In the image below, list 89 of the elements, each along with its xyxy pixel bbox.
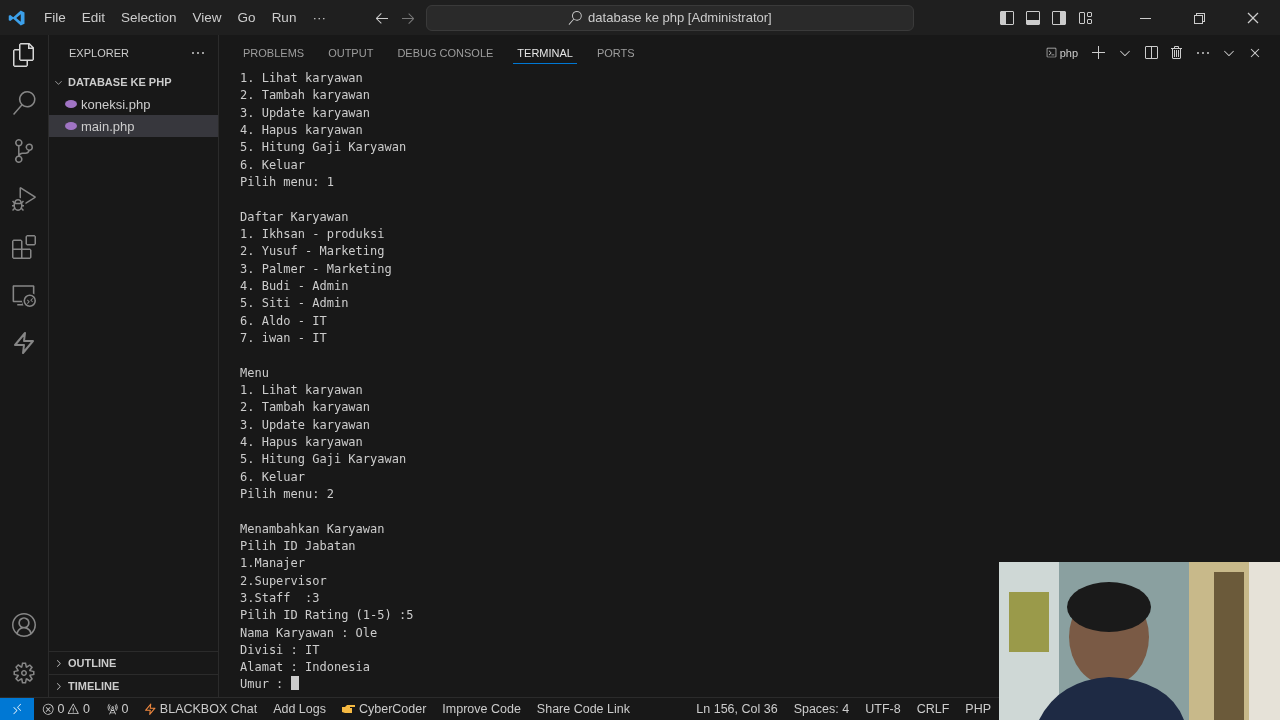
terminal-line: Umur : xyxy=(240,677,284,692)
panel-tab[interactable]: OUTPUT xyxy=(324,41,378,64)
terminal-line: 2. Yusuf - Marketing xyxy=(240,244,385,259)
menu-item[interactable]: ··· xyxy=(304,10,334,25)
remote-icon xyxy=(10,702,24,716)
terminal-line: 1. Lihat karyawan xyxy=(240,71,363,85)
status-item[interactable]: Ln 156, Col 36 xyxy=(688,702,786,716)
terminal-line: 5. Hitung Gaji Karyawan xyxy=(240,452,407,467)
split-icon[interactable] xyxy=(1143,44,1159,61)
layout-icon[interactable] xyxy=(1077,9,1093,26)
source-control-icon[interactable] xyxy=(12,139,36,163)
terminal-line: 3. Palmer - Marketing xyxy=(240,261,392,276)
status-item[interactable]: Spaces: 4 xyxy=(785,702,858,716)
error-icon xyxy=(42,702,55,716)
menu-item[interactable]: Run xyxy=(263,10,305,25)
terminal-line: 6. Aldo - IT xyxy=(240,313,327,328)
terminal-cursor xyxy=(291,676,300,691)
menu-item[interactable]: Go xyxy=(229,10,264,25)
menu-item[interactable]: Selection xyxy=(113,10,185,25)
php-file-row[interactable]: main.php xyxy=(49,115,218,137)
panel-toggle-icon[interactable] xyxy=(1025,9,1041,26)
trash-icon[interactable] xyxy=(1169,44,1185,61)
panel-tab[interactable]: PROBLEMS xyxy=(239,41,309,64)
bolt-icon[interactable] xyxy=(12,331,36,355)
terminal-line: 1. Lihat karyawan xyxy=(240,382,363,397)
terminal-line: Menu xyxy=(240,365,269,380)
terminal-line: 3. Update karyawan xyxy=(240,105,371,120)
menu-item[interactable]: File xyxy=(36,10,74,25)
terminal-line: 7. iwan - IT xyxy=(240,330,327,345)
status-item[interactable]: Add Logs xyxy=(265,702,334,716)
run-debug-icon[interactable] xyxy=(12,187,36,211)
terminal-line: 2. Tambah karyawan xyxy=(240,88,371,103)
php-file-row[interactable]: koneksi.php xyxy=(49,93,218,115)
status-item[interactable]: Improve Code xyxy=(434,702,529,716)
terminal-line: 5. Hitung Gaji Karyawan xyxy=(240,140,407,155)
status-item[interactable]: BLACKBOX Chat xyxy=(136,702,266,716)
search-icon xyxy=(568,10,583,25)
antenna-icon xyxy=(105,702,119,716)
panel-tab[interactable]: DEBUG CONSOLE xyxy=(393,41,498,64)
terminal-line: Pilih menu: 1 xyxy=(240,174,334,189)
menu-item[interactable]: Edit xyxy=(73,10,114,25)
extensions-icon[interactable] xyxy=(12,235,36,259)
settings-icon[interactable] xyxy=(12,661,36,685)
ports-status[interactable]: 0 xyxy=(97,702,137,716)
terminal-line: 2.Supervisor xyxy=(240,573,327,588)
terminal-line: 1.Manajer xyxy=(240,556,306,571)
status-item[interactable]: UTF-8 xyxy=(857,702,909,716)
account-icon[interactable] xyxy=(12,613,36,637)
section-header[interactable]: OUTLINE xyxy=(49,651,218,674)
terminal-line: 6. Keluar xyxy=(240,157,306,172)
terminal-line: 6. Keluar xyxy=(240,469,306,484)
terminal-line: Pilih ID Jabatan xyxy=(240,538,356,553)
secondary-sidebar-icon[interactable] xyxy=(1051,9,1067,26)
terminal-line: 3. Update karyawan xyxy=(240,417,371,432)
terminal-line: 3.Staff :3 xyxy=(240,590,320,605)
terminal-line: 4. Budi - Admin xyxy=(240,278,349,293)
panel-tab[interactable]: PORTS xyxy=(592,41,639,64)
terminal-line: 5. Siti - Admin xyxy=(240,296,349,311)
terminal-line: Nama Karyawan : Ole xyxy=(240,625,378,640)
terminal-line: 1. Ikhsan - produksi xyxy=(240,226,385,241)
command-search-field[interactable]: database ke php [Administrator] xyxy=(425,4,914,31)
terminal-selector[interactable]: php xyxy=(1037,46,1086,59)
menu-item[interactable]: View xyxy=(184,10,230,25)
folder-item[interactable]: DATABASE KE PHP xyxy=(49,71,218,93)
problems-status[interactable]: 0 0 xyxy=(34,702,98,716)
search-icon[interactable] xyxy=(12,91,36,115)
bolt-icon xyxy=(144,702,157,716)
terminal-line: Divisi : IT xyxy=(240,642,320,657)
add-icon[interactable] xyxy=(1091,44,1107,61)
app-logo-icon xyxy=(8,8,26,27)
terminal-line: Pilih menu: 2 xyxy=(240,486,334,501)
remote-explorer-icon[interactable] xyxy=(12,283,36,307)
terminal-line: 4. Hapus karyawan xyxy=(240,434,363,449)
sidebar-toggle-icon[interactable] xyxy=(999,9,1015,26)
pointing-hand-icon xyxy=(341,704,356,714)
status-item[interactable]: Share Code Link xyxy=(528,702,638,716)
terminal-line: 2. Tambah karyawan xyxy=(240,400,371,415)
terminal-line: Alamat : Indonesia xyxy=(240,660,371,675)
files-icon[interactable] xyxy=(12,43,36,67)
panel-tab[interactable]: TERMINAL xyxy=(513,41,577,64)
status-item[interactable]: PHP xyxy=(957,702,999,716)
status-item[interactable]: CRLF xyxy=(908,702,958,716)
terminal-line: Pilih ID Rating (1-5) :5 xyxy=(240,608,414,623)
terminal-line: 4. Hapus karyawan xyxy=(240,123,363,137)
sidebar-title: EXPLORER xyxy=(69,47,129,59)
status-item[interactable]: CyberCoder xyxy=(333,702,435,716)
terminal-line: Daftar Karyawan xyxy=(240,209,349,224)
terminal-line: Menambahkan Karyawan xyxy=(240,521,385,536)
warning-icon xyxy=(67,702,80,716)
